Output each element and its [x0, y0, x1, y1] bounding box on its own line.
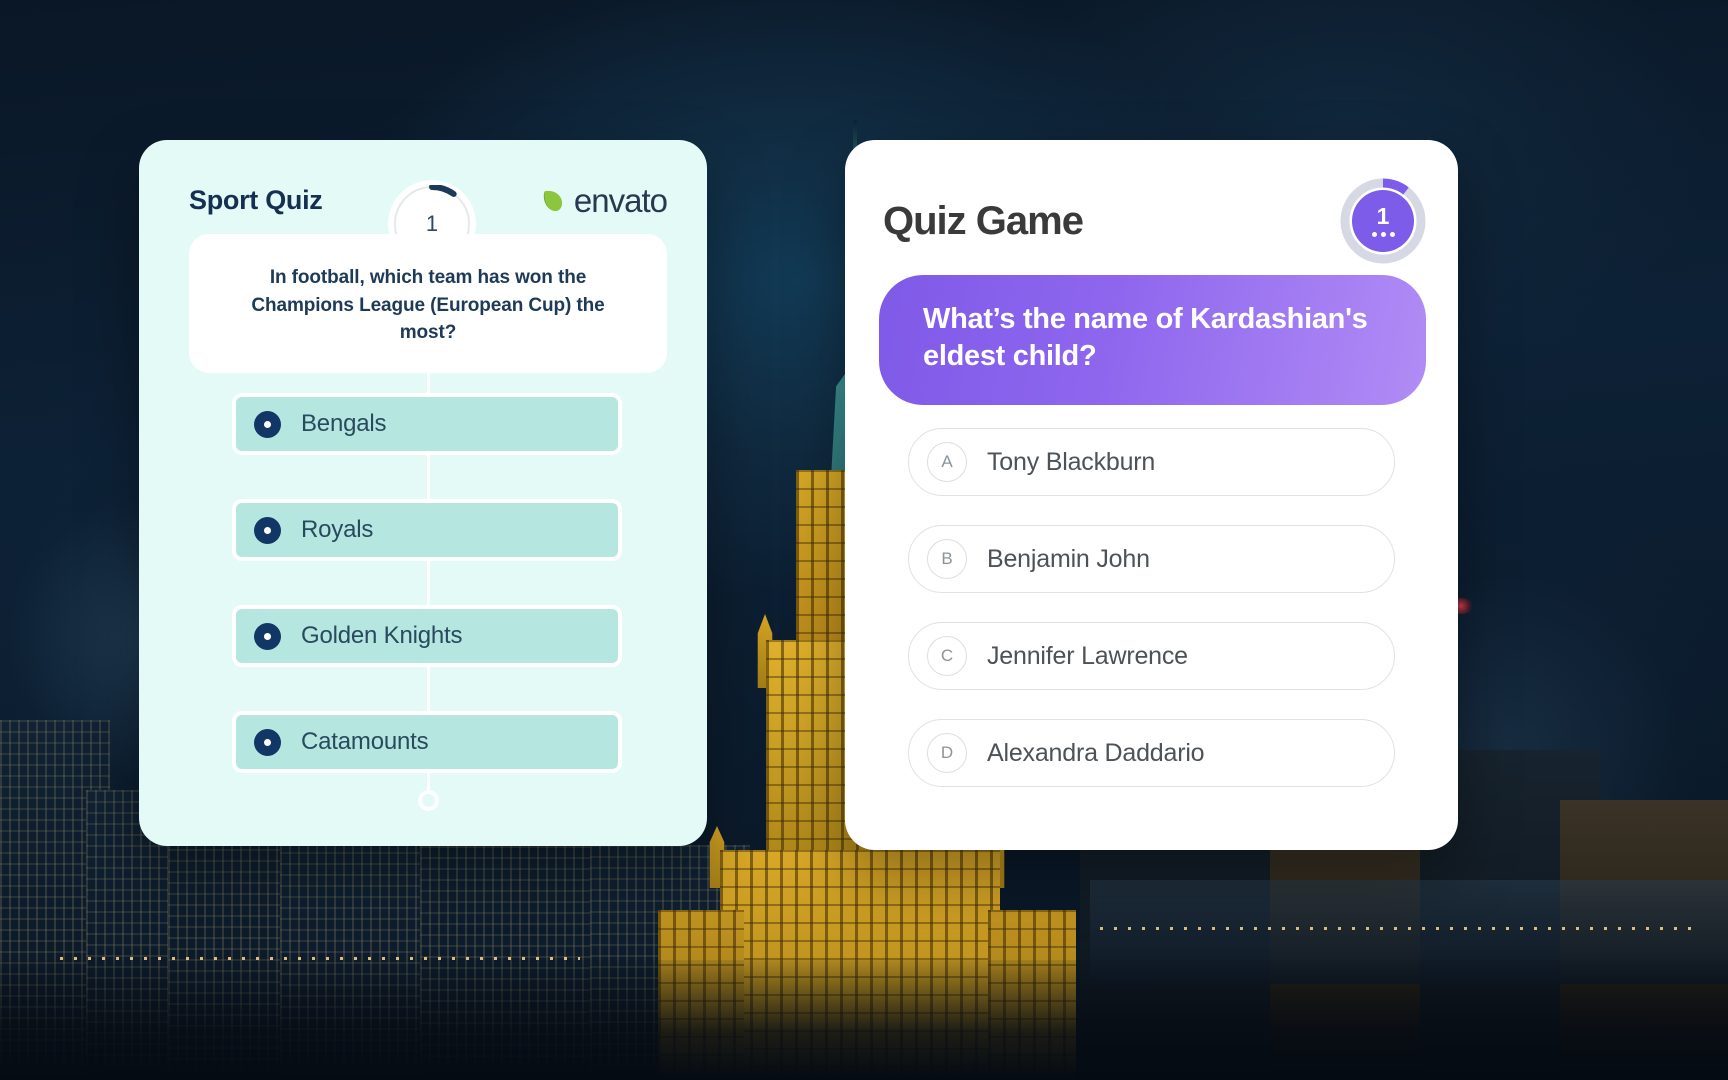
radio-icon[interactable] [254, 410, 281, 438]
sport-quiz-option-d[interactable]: Catamounts [232, 711, 622, 773]
sport-quiz-card: Sport Quiz envato 1 In football, which t… [139, 140, 707, 846]
quiz-game-question-banner: What’s the name of Kardashian's eldest c… [879, 275, 1426, 405]
quiz-game-header: Quiz Game 1 [883, 176, 1426, 266]
timer-dots-icon [1371, 232, 1395, 237]
quiz-game-options: A Tony Blackburn B Benjamin John C Jenni… [908, 428, 1395, 787]
quiz-game-title: Quiz Game [883, 198, 1084, 243]
quiz-game-option-b[interactable]: B Benjamin John [908, 525, 1395, 593]
envato-leaf-icon [543, 190, 562, 212]
sport-quiz-option-a[interactable]: Bengals [232, 393, 622, 455]
sport-quiz-option-b[interactable]: Royals [232, 499, 622, 561]
quiz-game-option-c[interactable]: C Jennifer Lawrence [908, 622, 1395, 690]
option-letter-badge: C [927, 636, 967, 676]
option-label: Bengals [301, 410, 387, 437]
quiz-timer: 1 [1340, 178, 1426, 264]
option-letter-badge: B [927, 539, 967, 579]
background-street-lights [1100, 927, 1700, 930]
radio-icon[interactable] [254, 622, 281, 650]
sport-quiz-options: Bengals Royals Golden Knights Catamounts [232, 393, 622, 773]
background-foreground-shadow [0, 960, 1728, 1080]
option-label: Alexandra Daddario [987, 738, 1205, 767]
option-connector-end-dot [418, 790, 439, 811]
envato-logo: envato [541, 181, 668, 219]
quiz-game-option-a[interactable]: A Tony Blackburn [908, 428, 1395, 496]
option-label: Catamounts [301, 728, 429, 755]
quiz-game-option-d[interactable]: D Alexandra Daddario [908, 719, 1395, 787]
option-label: Royals [301, 516, 374, 543]
option-letter-badge: D [927, 733, 967, 773]
sport-quiz-option-c[interactable]: Golden Knights [232, 605, 622, 667]
sport-quiz-question-text: In football, which team has won the Cham… [251, 267, 605, 344]
envato-wordmark: envato [573, 181, 668, 219]
sport-quiz-title: Sport Quiz [189, 184, 323, 215]
option-letter-badge: A [927, 442, 967, 482]
screenshot-root: Sport Quiz envato 1 In football, which t… [0, 0, 1728, 1080]
option-label: Jennifer Lawrence [987, 641, 1188, 670]
quiz-game-question-text: What’s the name of Kardashian's eldest c… [923, 303, 1368, 372]
quiz-game-card: Quiz Game 1 What’s the name of Kardashia… [845, 140, 1458, 850]
option-label: Golden Knights [301, 622, 463, 649]
option-label: Tony Blackburn [987, 447, 1156, 476]
radio-icon[interactable] [254, 728, 281, 756]
radio-icon[interactable] [254, 516, 281, 544]
timer-core: 1 [1352, 190, 1414, 252]
option-label: Benjamin John [987, 544, 1150, 573]
timer-value: 1 [1376, 203, 1390, 229]
